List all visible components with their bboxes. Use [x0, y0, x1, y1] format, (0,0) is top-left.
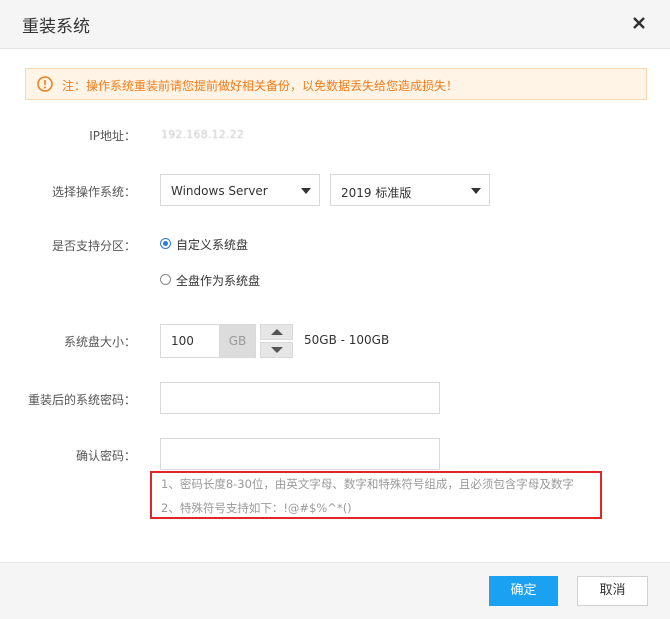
ip-label: IP地址：	[89, 129, 136, 143]
disk-size-unit: GB	[219, 324, 256, 358]
radio-label: 全盘作为系统盘	[176, 274, 261, 288]
disk-size-input[interactable]: 100	[160, 324, 219, 358]
password-hint-1: 1、密码长度8-30位，由英文字母、数字和特殊符号组成，且必须包含字母及数字	[161, 477, 574, 491]
notice-text: 注：操作系统重装前请您提前做好相关备份，以免数据丢失给您造成损失！	[62, 79, 459, 93]
dialog-footer	[0, 562, 670, 619]
radio-checked-icon	[160, 238, 171, 249]
warning-notice: 注：操作系统重装前请您提前做好相关备份，以免数据丢失给您造成损失！	[25, 68, 647, 100]
warning-icon	[37, 76, 53, 92]
chevron-down-icon	[471, 188, 481, 194]
confirm-password-input[interactable]	[160, 438, 440, 470]
dialog-title: 重装系统	[22, 17, 90, 37]
radio-unchecked-icon	[160, 274, 171, 285]
cancel-button[interactable]: 取消	[577, 576, 648, 606]
password-label: 重装后的系统密码：	[27, 393, 136, 407]
confirm-button[interactable]: 确定	[489, 576, 558, 606]
os-type-value: Windows Server	[171, 184, 268, 198]
chevron-down-icon	[301, 188, 311, 194]
password-input[interactable]	[160, 382, 440, 414]
os-label: 选择操作系统：	[51, 185, 136, 199]
radio-label: 自定义系统盘	[176, 238, 249, 252]
decrement-button[interactable]	[260, 342, 293, 358]
password-hint-2: 2、特殊符号支持如下：!@#$%^*()	[161, 501, 352, 515]
close-icon[interactable]	[628, 12, 650, 34]
partition-label: 是否支持分区：	[51, 239, 136, 253]
os-version-select[interactable]: 2019 标准版	[330, 174, 490, 206]
os-type-select[interactable]: Windows Server	[160, 174, 320, 206]
increment-button[interactable]	[260, 324, 293, 340]
ip-value: 192.168.12.22	[161, 128, 245, 141]
os-version-value: 2019 标准版	[341, 186, 412, 200]
disk-size-label: 系统盘大小：	[63, 335, 136, 349]
arrow-up-icon	[271, 329, 283, 335]
arrow-down-icon	[271, 347, 283, 353]
disk-size-range: 50GB - 100GB	[304, 333, 390, 347]
confirm-password-label: 确认密码：	[75, 449, 136, 463]
dialog-header: 重装系统	[0, 0, 670, 49]
